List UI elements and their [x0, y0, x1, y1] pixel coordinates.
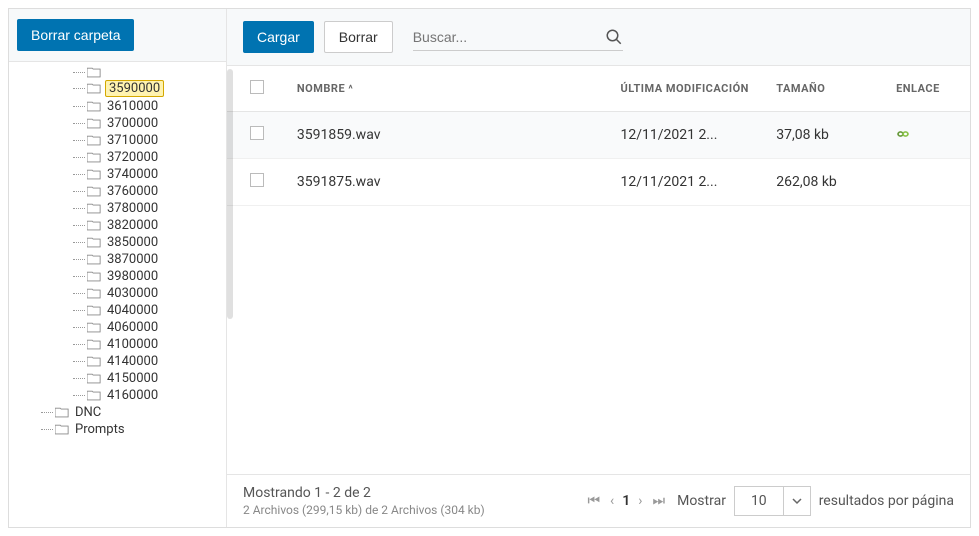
select-all-checkbox[interactable]	[250, 80, 264, 94]
tree-folder-3610000[interactable]: 3610000	[69, 98, 226, 115]
folder-icon	[87, 271, 101, 282]
search-field	[413, 24, 623, 51]
folder-icon	[87, 135, 101, 146]
table-row[interactable]: 3591859.wav12/11/2021 2...37,08 kb	[227, 112, 970, 159]
tree-folder-3740000[interactable]: 3740000	[69, 166, 226, 183]
tree-folder-3700000[interactable]: 3700000	[69, 115, 226, 132]
page-size-dropdown-button[interactable]	[784, 487, 810, 515]
cell-name: 3591859.wav	[287, 112, 611, 159]
tree-folder-4060000[interactable]: 4060000	[69, 319, 226, 336]
tree-folder-3850000[interactable]: 3850000	[69, 234, 226, 251]
tree-folder-3710000[interactable]: 3710000	[69, 132, 226, 149]
folder-icon	[87, 356, 101, 367]
delete-folder-button[interactable]: Borrar carpeta	[17, 19, 134, 51]
folder-icon	[87, 322, 101, 333]
column-header-size[interactable]: TAMAÑO	[766, 66, 886, 112]
toolbar: Cargar Borrar	[227, 9, 970, 66]
folder-icon	[87, 220, 101, 231]
tree-item-blank[interactable]	[69, 66, 226, 79]
page-size-control: Mostrar 10 resultados por página	[677, 486, 954, 516]
page-size-select[interactable]: 10	[734, 486, 811, 516]
file-table-wrap: NOMBRE ^ ÚLTIMA MODIFICACIÓN TAMAÑO ENLA…	[227, 66, 970, 474]
tree-folder-3720000[interactable]: 3720000	[69, 149, 226, 166]
pager-last-icon[interactable]: ⏭	[650, 491, 667, 511]
row-checkbox[interactable]	[250, 173, 264, 187]
tree-folder-dnc[interactable]: DNC	[37, 404, 226, 421]
column-header-name[interactable]: NOMBRE ^	[287, 66, 611, 112]
tree-folder-3980000[interactable]: 3980000	[69, 268, 226, 285]
pager: ⏮ ‹ 1 › ⏭	[585, 491, 667, 511]
tree-folder-prompts[interactable]: Prompts	[37, 421, 226, 438]
tree-folder-4150000[interactable]: 4150000	[69, 370, 226, 387]
delete-button[interactable]: Borrar	[324, 21, 393, 53]
search-input[interactable]	[413, 29, 605, 45]
folder-icon	[87, 237, 101, 248]
tree-folder-3760000[interactable]: 3760000	[69, 183, 226, 200]
tree-folder-4040000[interactable]: 4040000	[69, 302, 226, 319]
link-icon[interactable]	[896, 129, 910, 139]
row-checkbox[interactable]	[250, 126, 264, 140]
upload-button[interactable]: Cargar	[243, 21, 314, 53]
chevron-down-icon	[792, 496, 802, 506]
folder-icon	[87, 152, 101, 163]
folder-icon	[87, 101, 101, 112]
folder-icon	[87, 203, 101, 214]
tree-folder-3820000[interactable]: 3820000	[69, 217, 226, 234]
pager-first-icon[interactable]: ⏮	[585, 491, 602, 511]
folder-icon	[87, 254, 101, 265]
folder-icon	[87, 288, 101, 299]
tree-folder-3870000[interactable]: 3870000	[69, 251, 226, 268]
tree-folder-3780000[interactable]: 3780000	[69, 200, 226, 217]
footer: Mostrando 1 - 2 de 2 2 Archivos (299,15 …	[227, 474, 970, 527]
folder-icon	[87, 390, 101, 401]
column-header-link[interactable]: ENLACE	[886, 66, 970, 112]
page-size-value: 10	[735, 487, 784, 515]
pager-current: 1	[622, 493, 630, 509]
cell-size: 262,08 kb	[766, 159, 886, 206]
folder-icon	[87, 83, 101, 94]
pager-next-icon[interactable]: ›	[636, 491, 644, 511]
folder-icon	[87, 169, 101, 180]
table-row[interactable]: 3591875.wav12/11/2021 2...262,08 kb	[227, 159, 970, 206]
folder-icon	[87, 339, 101, 350]
cell-size: 37,08 kb	[766, 112, 886, 159]
folder-icon	[55, 407, 69, 418]
content-area: Cargar Borrar NOMBRE ^ ÚLTIMA MODIFICACI…	[227, 9, 970, 527]
folder-icon	[87, 67, 101, 78]
cell-link	[886, 159, 970, 206]
cell-link	[886, 112, 970, 159]
tree-folder-4100000[interactable]: 4100000	[69, 336, 226, 353]
folder-icon	[55, 424, 69, 435]
folder-icon	[87, 373, 101, 384]
column-header-modified[interactable]: ÚLTIMA MODIFICACIÓN	[610, 66, 766, 112]
sidebar: Borrar carpeta 3590000361000037000003710…	[9, 9, 227, 527]
scroll-indicator[interactable]	[227, 69, 233, 319]
folder-icon	[87, 305, 101, 316]
folder-icon	[87, 118, 101, 129]
folder-icon	[87, 186, 101, 197]
show-label: Mostrar	[677, 493, 726, 509]
results-per-page-label: resultados por página	[819, 493, 954, 509]
cell-modified: 12/11/2021 2...	[610, 159, 766, 206]
showing-text: Mostrando 1 - 2 de 2	[243, 485, 575, 501]
sort-asc-icon: ^	[348, 84, 353, 95]
summary-text: 2 Archivos (299,15 kb) de 2 Archivos (30…	[243, 503, 575, 517]
folder-tree[interactable]: 3590000361000037000003710000372000037400…	[9, 62, 226, 527]
file-table: NOMBRE ^ ÚLTIMA MODIFICACIÓN TAMAÑO ENLA…	[227, 66, 970, 206]
tree-folder-4160000[interactable]: 4160000	[69, 387, 226, 404]
tree-folder-4030000[interactable]: 4030000	[69, 285, 226, 302]
search-icon[interactable]	[605, 28, 623, 46]
pager-prev-icon[interactable]: ‹	[608, 491, 616, 511]
cell-name: 3591875.wav	[287, 159, 611, 206]
cell-modified: 12/11/2021 2...	[610, 112, 766, 159]
sidebar-header: Borrar carpeta	[9, 9, 226, 62]
tree-folder-4140000[interactable]: 4140000	[69, 353, 226, 370]
tree-folder-3590000[interactable]: 3590000	[69, 79, 226, 98]
